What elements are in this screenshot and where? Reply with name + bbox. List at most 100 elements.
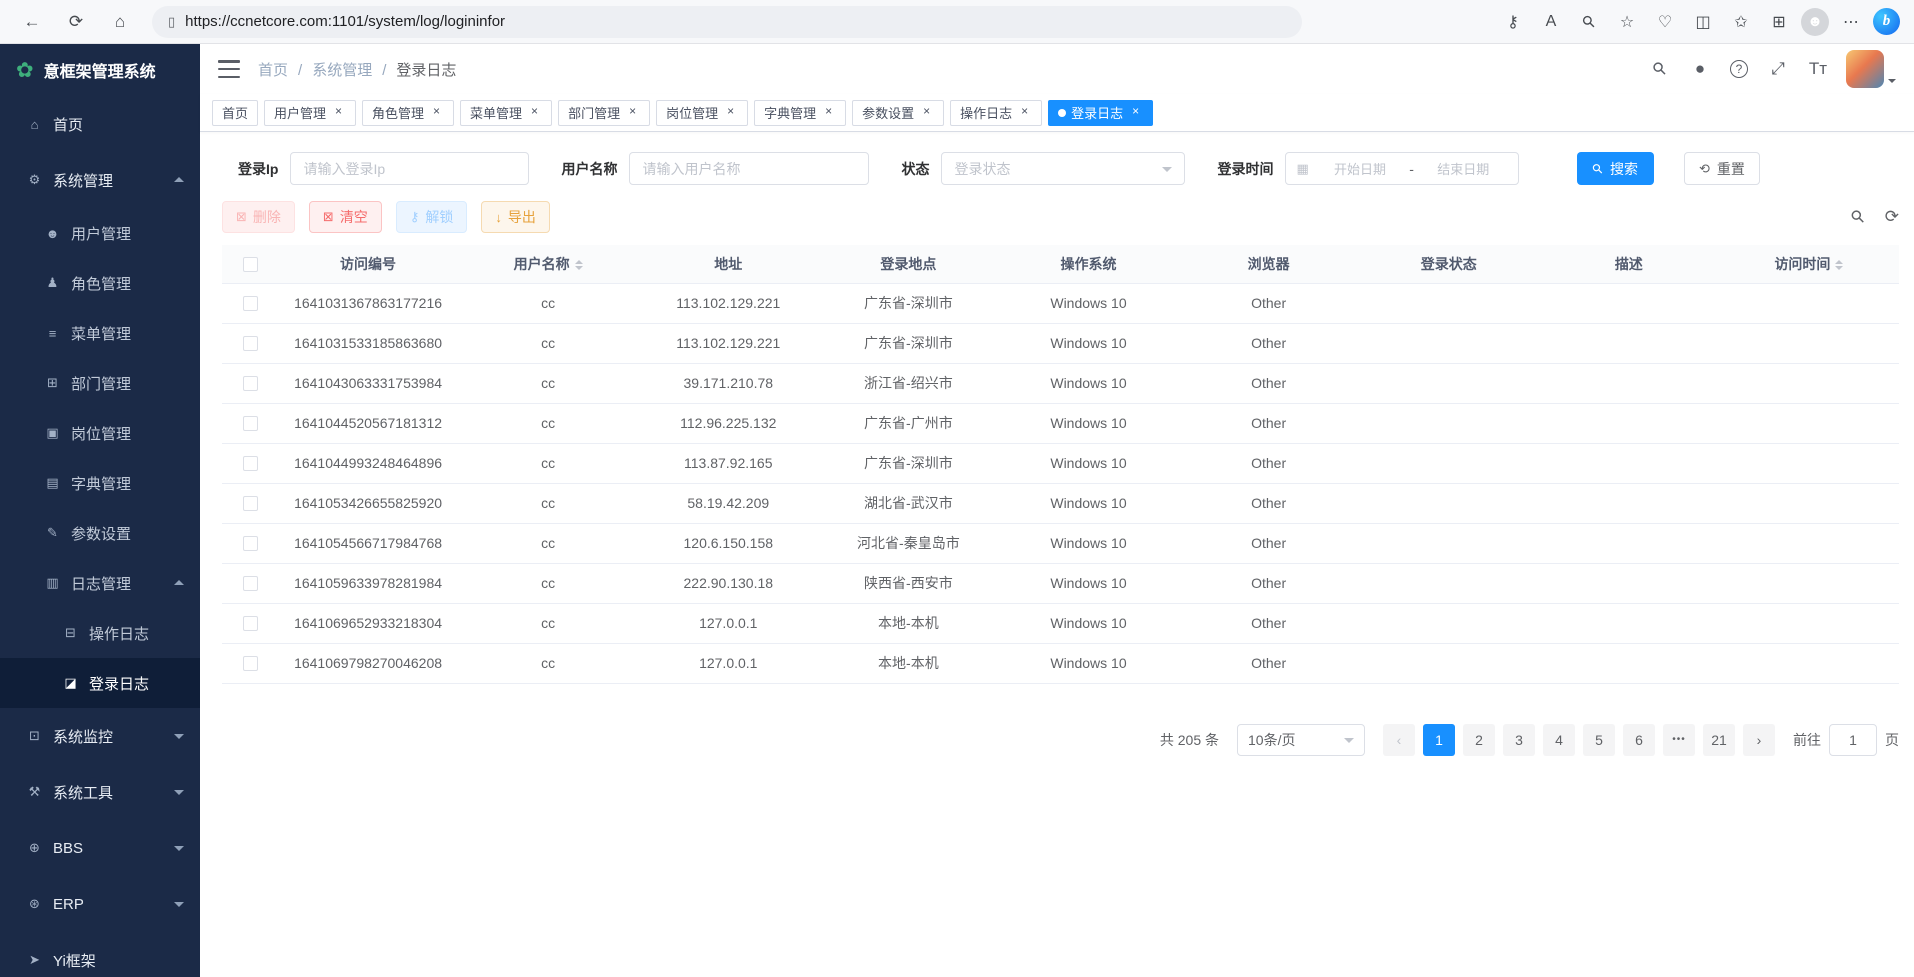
sidebar-item-home[interactable]: ⌂ 首页 (0, 96, 200, 152)
cell-select[interactable] (222, 443, 278, 483)
sidebar-item-parameters[interactable]: ✎ 参数设置 (0, 508, 200, 558)
close-tab-icon[interactable] (723, 105, 738, 120)
user-name-input[interactable] (629, 152, 869, 185)
page-4[interactable]: 4 (1543, 724, 1575, 756)
column-header-user_name[interactable]: 用户名称 (458, 245, 638, 283)
close-tab-icon[interactable] (919, 105, 934, 120)
sort-caret-icon[interactable] (1835, 256, 1843, 274)
font-size-icon[interactable]: Tт (1808, 58, 1828, 80)
column-header-visit_time[interactable]: 访问时间 (1719, 245, 1899, 283)
row-checkbox[interactable] (243, 336, 258, 351)
page-size-select[interactable]: 10条/页 (1237, 724, 1365, 756)
hamburger-icon[interactable] (218, 60, 240, 78)
page-6[interactable]: 6 (1623, 724, 1655, 756)
sidebar-item-dictionary[interactable]: ▤ 字典管理 (0, 458, 200, 508)
sidebar-item-logs[interactable]: ▥ 日志管理 (0, 558, 200, 608)
sidebar-item-tools[interactable]: ⚒ 系统工具 (0, 764, 200, 820)
page-ellipsis[interactable]: ••• (1663, 724, 1695, 756)
sidebar-item-users[interactable]: ☻ 用户管理 (0, 208, 200, 258)
address-bar[interactable]: ▯ https://ccnetcore.com:1101/system/log/… (152, 6, 1302, 38)
tab-departments[interactable]: 部门管理 (558, 100, 650, 126)
home-icon[interactable]: ⌂ (102, 5, 138, 39)
row-checkbox[interactable] (243, 496, 258, 511)
cell-select[interactable] (222, 283, 278, 323)
close-tab-icon[interactable] (331, 105, 346, 120)
table-row[interactable]: 1641043063331753984cc39.171.210.78浙江省-绍兴… (222, 363, 1899, 403)
sidebar-item-menus[interactable]: ≡ 菜单管理 (0, 308, 200, 358)
row-checkbox[interactable] (243, 376, 258, 391)
sidebar-item-posts[interactable]: ▣ 岗位管理 (0, 408, 200, 458)
login-time-range-picker[interactable]: ▦ 开始日期 - 结束日期 (1285, 152, 1519, 185)
row-checkbox[interactable] (243, 616, 258, 631)
cell-select[interactable] (222, 523, 278, 563)
page-5[interactable]: 5 (1583, 724, 1615, 756)
sidebar-item-roles[interactable]: ♟ 角色管理 (0, 258, 200, 308)
table-row[interactable]: 1641053426655825920cc58.19.42.209湖北省-武汉市… (222, 483, 1899, 523)
sidebar-item-login-log[interactable]: ◪ 登录日志 (0, 658, 200, 708)
favorites-icon[interactable]: ✩ (1725, 5, 1757, 39)
help-icon[interactable]: ? (1730, 60, 1748, 78)
page-1[interactable]: 1 (1423, 724, 1455, 756)
sort-caret-icon[interactable] (575, 256, 583, 274)
status-select[interactable]: 登录状态 (941, 152, 1185, 185)
user-avatar[interactable] (1846, 50, 1896, 88)
tab-users[interactable]: 用户管理 (264, 100, 356, 126)
search-button[interactable]: ⚲ 搜索 (1577, 152, 1654, 185)
page-2[interactable]: 2 (1463, 724, 1495, 756)
table-row[interactable]: 1641031367863177216cc113.102.129.221广东省-… (222, 283, 1899, 323)
close-tab-icon[interactable] (625, 105, 640, 120)
site-info-icon[interactable]: ▯ (168, 14, 175, 30)
refresh-table-icon[interactable]: ⟳ (1885, 207, 1899, 227)
cell-select[interactable] (222, 483, 278, 523)
unlock-button[interactable]: ⚷ 解锁 (396, 201, 468, 233)
refresh-icon[interactable]: ⟳ (58, 5, 94, 39)
table-row[interactable]: 1641059633978281984cc222.90.130.18陕西省-西安… (222, 563, 1899, 603)
sidebar-item-departments[interactable]: ⊞ 部门管理 (0, 358, 200, 408)
favorites-add-icon[interactable]: ☆ (1611, 5, 1643, 39)
prev-page-button[interactable]: ‹ (1383, 724, 1415, 756)
table-row[interactable]: 1641031533185863680cc113.102.129.221广东省-… (222, 323, 1899, 363)
cell-select[interactable] (222, 403, 278, 443)
tab-roles[interactable]: 角色管理 (362, 100, 454, 126)
next-page-button[interactable]: › (1743, 724, 1775, 756)
profile-avatar-icon[interactable]: ☻ (1801, 8, 1829, 36)
cell-select[interactable] (222, 603, 278, 643)
row-checkbox[interactable] (243, 576, 258, 591)
collections-icon[interactable]: ⊞ (1763, 5, 1795, 39)
tab-parameters[interactable]: 参数设置 (852, 100, 944, 126)
breadcrumb-item[interactable]: 首页 (258, 59, 288, 80)
zoom-icon[interactable]: ⚲ (1566, 0, 1613, 45)
tab-operation-log[interactable]: 操作日志 (950, 100, 1042, 126)
breadcrumb-item[interactable]: 系统管理 (288, 59, 372, 80)
table-row[interactable]: 1641044993248464896cc113.87.92.165广东省-深圳… (222, 443, 1899, 483)
table-row[interactable]: 1641069798270046208cc127.0.0.1本地-本机Windo… (222, 643, 1899, 683)
app-logo[interactable]: ✿ 意框架管理系统 (0, 44, 200, 96)
row-checkbox[interactable] (243, 456, 258, 471)
jump-page-input[interactable] (1829, 724, 1877, 756)
sidebar-item-monitor[interactable]: ⊡ 系统监控 (0, 708, 200, 764)
settings-menu-icon[interactable]: ⋯ (1835, 5, 1867, 39)
tab-menus[interactable]: 菜单管理 (460, 100, 552, 126)
breadcrumb-item[interactable]: 登录日志 (372, 59, 456, 80)
table-row[interactable]: 1641044520567181312cc112.96.225.132广东省-广… (222, 403, 1899, 443)
close-tab-icon[interactable] (527, 105, 542, 120)
tab-home[interactable]: 首页 (212, 100, 258, 126)
sidebar-item-operation-log[interactable]: ⊟ 操作日志 (0, 608, 200, 658)
sidebar-item-system[interactable]: ⚙ 系统管理 (0, 152, 200, 208)
tab-login-log[interactable]: 登录日志 (1048, 100, 1153, 126)
clear-button[interactable]: ⊠ 清空 (309, 201, 382, 233)
back-icon[interactable]: ← (14, 5, 50, 39)
close-tab-icon[interactable] (1128, 105, 1143, 120)
close-tab-icon[interactable] (1017, 105, 1032, 120)
row-checkbox[interactable] (243, 536, 258, 551)
export-button[interactable]: ↓ 导出 (481, 201, 550, 233)
close-tab-icon[interactable] (821, 105, 836, 120)
fullscreen-icon[interactable]: ⤢ (1768, 58, 1788, 80)
cell-select[interactable] (222, 563, 278, 603)
close-tab-icon[interactable] (429, 105, 444, 120)
cell-select[interactable] (222, 643, 278, 683)
copilot-icon[interactable]: b (1873, 8, 1900, 35)
page-21[interactable]: 21 (1703, 724, 1735, 756)
row-checkbox[interactable] (243, 656, 258, 671)
sidebar-item-yi-framework[interactable]: ➤ Yi框架 (0, 932, 200, 977)
